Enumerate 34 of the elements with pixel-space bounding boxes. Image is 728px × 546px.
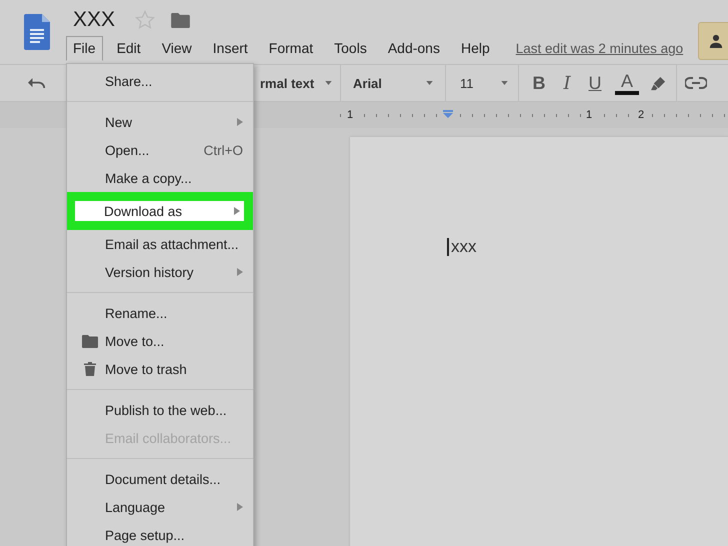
- menu-bar-item[interactable]: File: [66, 36, 103, 61]
- menu-item[interactable]: New: [67, 108, 253, 136]
- menu-item[interactable]: Open... Ctrl+O: [67, 136, 253, 164]
- menu-bar-item[interactable]: Tools: [327, 36, 374, 61]
- shortcut-text: Ctrl+O: [204, 142, 243, 158]
- menu-item[interactable]: Publish to the web...: [67, 396, 253, 424]
- format-button[interactable]: B: [525, 72, 553, 94]
- menu-item[interactable]: Share...: [67, 67, 253, 95]
- menu-item[interactable]: Version history: [67, 258, 253, 286]
- menu-item[interactable]: Language: [67, 493, 253, 521]
- menu-item[interactable]: Document details...: [67, 465, 253, 493]
- menu-bar-item[interactable]: Help: [454, 36, 497, 61]
- document-page[interactable]: xxx: [350, 137, 728, 546]
- menu-bar-item[interactable]: Insert: [206, 36, 255, 61]
- menu-item[interactable]: Make a copy...: [67, 164, 253, 192]
- paragraph-style-dropdown[interactable]: rmal text: [260, 76, 340, 90]
- menu-bar-item[interactable]: View: [154, 36, 199, 61]
- format-button[interactable]: I: [553, 72, 581, 94]
- menu-item[interactable]: Page setup...: [67, 521, 253, 546]
- menu-item[interactable]: Download as: [67, 192, 253, 230]
- menu-item[interactable]: Email as attachment...: [67, 230, 253, 258]
- menu-item[interactable]: Move to...: [67, 327, 253, 355]
- document-text: xxx: [451, 237, 476, 257]
- format-button[interactable]: U: [581, 72, 609, 94]
- menu-bar-item[interactable]: Edit: [110, 36, 148, 61]
- format-button[interactable]: A: [615, 71, 639, 95]
- font-dropdown[interactable]: Arial: [341, 76, 445, 90]
- last-edit-link[interactable]: Last edit was 2 minutes ago: [516, 41, 684, 56]
- document-title[interactable]: XXX: [73, 8, 116, 32]
- menu-bar-item[interactable]: Format: [262, 36, 320, 61]
- menu-bar-item[interactable]: Add-ons: [380, 36, 447, 61]
- font-size-dropdown[interactable]: 11: [446, 76, 518, 90]
- menu-item[interactable]: Move to trash: [67, 355, 253, 383]
- menu-item[interactable]: Rename...: [67, 299, 253, 327]
